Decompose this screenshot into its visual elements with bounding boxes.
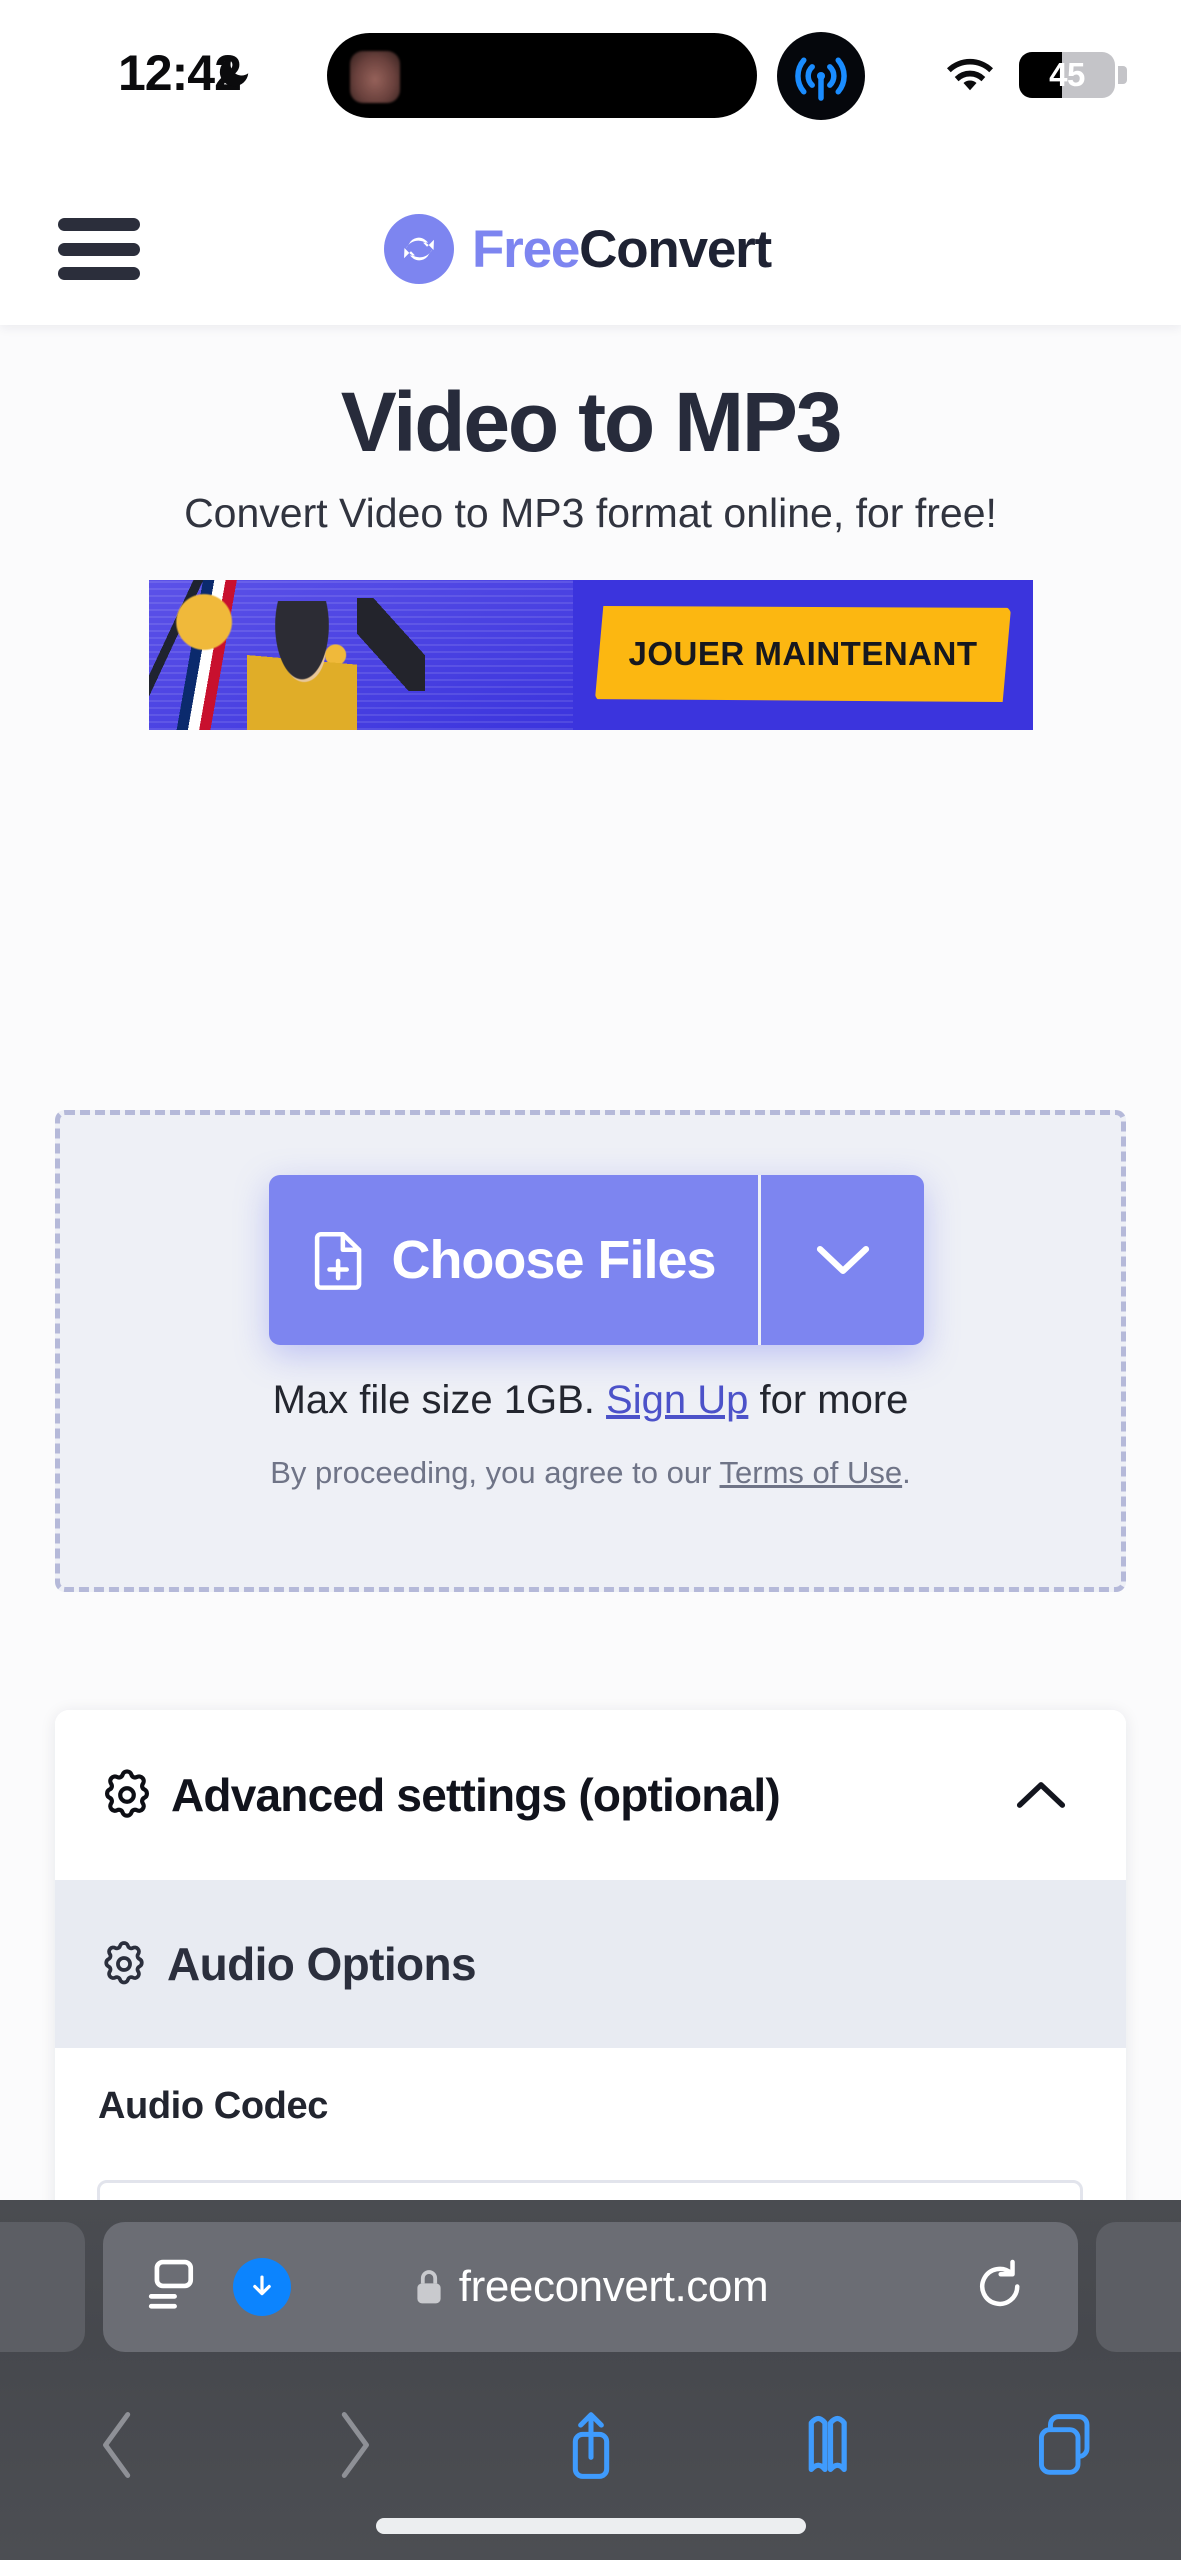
choose-files-group: Choose Files xyxy=(269,1175,924,1345)
adjacent-tab-left[interactable] xyxy=(0,2222,85,2352)
ad-cta-button[interactable]: JOUER MAINTENANT xyxy=(595,606,1011,702)
chevron-right-icon xyxy=(342,2412,370,2478)
convert-refresh-icon xyxy=(384,214,454,284)
choose-files-label: Choose Files xyxy=(391,1230,716,1290)
sign-up-link[interactable]: Sign Up xyxy=(606,1378,748,1422)
lock-icon xyxy=(417,2270,441,2304)
adjacent-tab-right[interactable] xyxy=(1096,2222,1181,2352)
choose-files-button[interactable]: Choose Files xyxy=(269,1175,758,1345)
dynamic-island-thumbnail xyxy=(350,51,400,103)
hamburger-menu-icon[interactable] xyxy=(58,218,140,280)
terms-of-use-link[interactable]: Terms of Use xyxy=(720,1455,903,1490)
battery-tip xyxy=(1118,66,1127,84)
chevron-down-icon xyxy=(816,1245,869,1275)
logo-free-text: Free xyxy=(472,219,580,279)
page-subtitle: Convert Video to MP3 format online, for … xyxy=(184,490,997,536)
choose-files-dropdown-button[interactable] xyxy=(758,1175,924,1345)
tabs-button[interactable] xyxy=(945,2409,1181,2481)
page-settings-icon[interactable] xyxy=(146,2258,198,2316)
logo-text: FreeConvert xyxy=(472,219,772,280)
chevron-up-icon[interactable] xyxy=(1014,1778,1068,1812)
address-bar[interactable]: freeconvert.com xyxy=(103,2222,1078,2352)
banner-ad[interactable]: JOUER MAINTENANT xyxy=(149,580,1033,730)
browser-chrome: freeconvert.com xyxy=(0,2200,1181,2560)
advanced-settings-header[interactable]: Advanced settings (optional) xyxy=(55,1710,1126,1880)
reload-icon[interactable] xyxy=(974,2258,1026,2316)
battery-level-label: 45 xyxy=(1049,56,1085,93)
max-size-suffix: for more xyxy=(759,1378,909,1422)
dynamic-island[interactable] xyxy=(327,33,757,118)
page-title: Video to MP3 xyxy=(340,375,843,469)
max-file-size-text: Max file size 1GB. Sign Up for more xyxy=(60,1378,1121,1423)
hamburger-bar xyxy=(58,267,140,280)
chevron-left-icon xyxy=(103,2412,131,2478)
status-bar: 12:42 45 xyxy=(0,0,1181,160)
home-indicator xyxy=(375,2518,806,2534)
file-dropzone[interactable]: Choose Files Max file size 1GB. Sign Up … xyxy=(55,1110,1126,1592)
ad-character xyxy=(246,601,357,730)
gear-icon xyxy=(105,1769,149,1818)
logo-convert-text: Convert xyxy=(579,219,772,279)
wifi-icon xyxy=(947,58,993,91)
ad-prop xyxy=(356,598,425,691)
bookmarks-button[interactable] xyxy=(709,2409,945,2481)
site-logo[interactable]: FreeConvert xyxy=(384,208,772,290)
file-add-icon xyxy=(315,1231,362,1290)
terms-suffix: . xyxy=(902,1455,911,1490)
back-button[interactable] xyxy=(0,2409,236,2481)
browser-toolbar xyxy=(0,2385,1181,2505)
advanced-settings-label: Advanced settings (optional) xyxy=(171,1769,781,1821)
ad-artwork xyxy=(149,580,574,730)
download-arrow-icon xyxy=(253,2275,271,2296)
share-icon xyxy=(572,2412,609,2479)
airdrop-broadcast-icon xyxy=(777,32,865,120)
max-size-prefix: Max file size 1GB. xyxy=(272,1378,595,1422)
audio-options-header[interactable]: Audio Options xyxy=(55,1880,1126,2048)
forward-button[interactable] xyxy=(236,2409,472,2481)
battery-indicator: 45 xyxy=(1019,52,1115,98)
crescent-moon-icon xyxy=(219,57,249,87)
download-indicator-button[interactable] xyxy=(233,2258,291,2316)
audio-codec-label: Audio Codec xyxy=(98,2085,328,2127)
audio-options-label: Audio Options xyxy=(167,1938,477,1990)
hamburger-bar xyxy=(58,242,140,256)
address-bar-url: freeconvert.com xyxy=(458,2262,769,2311)
tabs-icon xyxy=(1038,2414,1090,2475)
gear-icon xyxy=(104,1941,144,1985)
share-button[interactable] xyxy=(472,2407,708,2483)
audio-codec-select[interactable]: Auto xyxy=(97,2180,1083,2200)
terms-text: By proceeding, you agree to our Terms of… xyxy=(60,1455,1121,1491)
hamburger-bar xyxy=(58,218,140,231)
book-icon xyxy=(808,2415,847,2473)
page-content: Video to MP3 Convert Video to MP3 format… xyxy=(0,325,1181,2200)
terms-prefix: By proceeding, you agree to our xyxy=(270,1455,712,1490)
